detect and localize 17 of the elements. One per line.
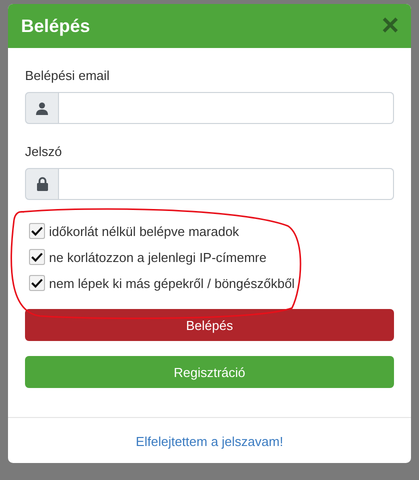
- lock-icon: [36, 177, 48, 191]
- checkbox-label: nem lépek ki más gépekről / böngészőkből: [49, 276, 295, 290]
- user-icon: [36, 102, 48, 114]
- dialog-title: Belépés: [21, 16, 90, 36]
- forgot-password-link[interactable]: Elfelejtettem a jelszavam!: [136, 434, 284, 449]
- login-button[interactable]: Belépés: [25, 309, 394, 341]
- close-button[interactable]: ×: [381, 11, 399, 41]
- checkbox[interactable]: [29, 223, 45, 239]
- checkbox[interactable]: [29, 275, 45, 291]
- field-label: Jelszó: [25, 144, 63, 159]
- register-button[interactable]: Regisztráció: [25, 356, 394, 388]
- input-field[interactable]: [59, 92, 394, 124]
- input-field[interactable]: [59, 168, 394, 200]
- checkbox-label: ne korlátozzon a jelenlegi IP-címemre: [49, 250, 266, 264]
- field-label: Belépési email: [25, 68, 111, 83]
- checkbox[interactable]: [29, 249, 45, 265]
- checkbox-label: időkorlát nélkül belépve maradok: [49, 224, 240, 238]
